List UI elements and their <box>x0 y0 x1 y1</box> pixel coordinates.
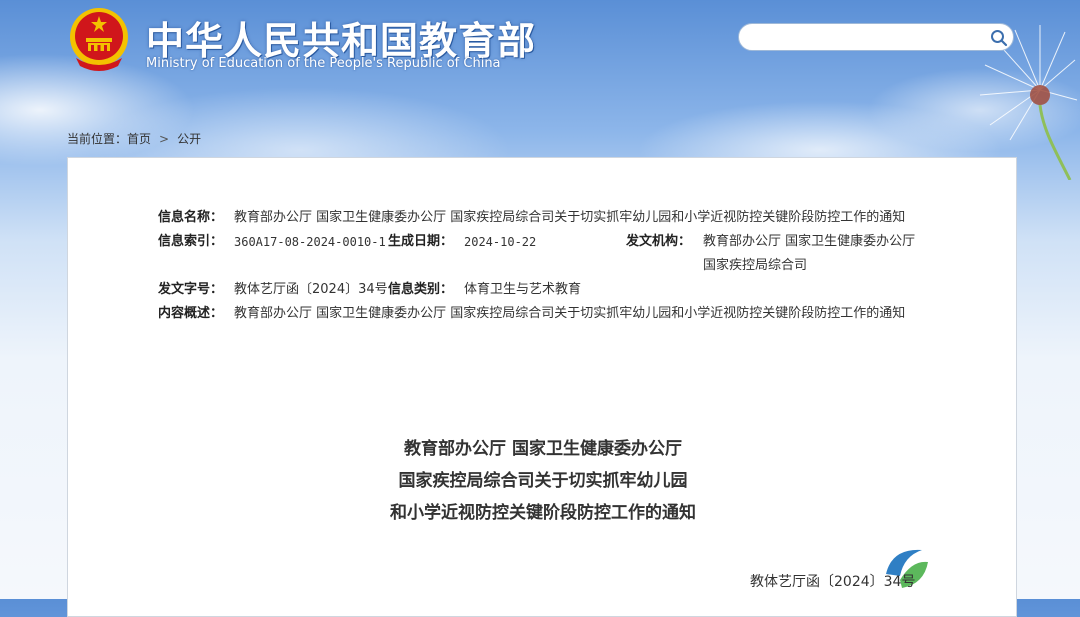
info-docno-row: 发文字号： 教体艺厅函〔2024〕34号 信息类别： 体育卫生与艺术教育 <box>158 278 928 302</box>
info-docno-value: 教体艺厅函〔2024〕34号 <box>234 282 388 297</box>
info-docno-label: 发文字号： <box>158 282 224 297</box>
breadcrumb: 当前位置：首页 > 公开 <box>67 130 201 147</box>
site-name-english[interactable]: Ministry of Education of the People's Re… <box>146 56 501 71</box>
search-icon[interactable] <box>989 28 1009 48</box>
search-box <box>738 23 1014 51</box>
breadcrumb-separator: > <box>159 132 170 146</box>
national-emblem-icon <box>70 8 128 71</box>
document-title-line-1: 教育部办公厅 国家卫生健康委办公厅 <box>404 439 682 459</box>
info-date-label: 生成日期： <box>388 234 454 249</box>
info-name-label: 信息名称： <box>158 210 224 225</box>
info-index-value: 360A17-08-2024-0010-1 <box>234 235 386 249</box>
info-index-label: 信息索引： <box>158 234 224 249</box>
info-name-value: 教育部办公厅 国家卫生健康委办公厅 国家疾控局综合司关于切实抓牢幼儿园和小学近视… <box>234 210 906 225</box>
info-index-row: 信息索引： 360A17-08-2024-0010-1 生成日期： 2024-1… <box>158 230 928 278</box>
info-name-row: 信息名称： 教育部办公厅 国家卫生健康委办公厅 国家疾控局综合司关于切实抓牢幼儿… <box>158 206 928 230</box>
info-category-value: 体育卫生与艺术教育 <box>464 282 582 297</box>
info-metadata: 信息名称： 教育部办公厅 国家卫生健康委办公厅 国家疾控局综合司关于切实抓牢幼儿… <box>158 206 928 326</box>
info-summary-value: 教育部办公厅 国家卫生健康委办公厅 国家疾控局综合司关于切实抓牢幼儿园和小学近视… <box>234 306 906 321</box>
info-issuer-label: 发文机构： <box>626 234 692 249</box>
breadcrumb-home-link[interactable]: 首页 <box>127 132 151 146</box>
breadcrumb-public-link[interactable]: 公开 <box>177 132 201 146</box>
info-category-label: 信息类别： <box>388 282 454 297</box>
document-title-line-3: 和小学近视防控关键阶段防控工作的通知 <box>390 503 696 523</box>
breadcrumb-prefix: 当前位置： <box>67 132 128 146</box>
document-title: 教育部办公厅 国家卫生健康委办公厅 国家疾控局综合司关于切实抓牢幼儿园 和小学近… <box>68 433 1018 529</box>
info-issuer-line2: 国家疾控局综合司 <box>703 258 808 273</box>
content-panel: 信息名称： 教育部办公厅 国家卫生健康委办公厅 国家疾控局综合司关于切实抓牢幼儿… <box>67 157 1017 617</box>
info-summary-row: 内容概述： 教育部办公厅 国家卫生健康委办公厅 国家疾控局综合司关于切实抓牢幼儿… <box>158 302 928 326</box>
info-issuer-line1: 教育部办公厅 国家卫生健康委办公厅 <box>703 234 916 249</box>
document-title-line-2: 国家疾控局综合司关于切实抓牢幼儿园 <box>398 471 688 491</box>
document-number: 教体艺厅函〔2024〕34号 <box>750 574 916 590</box>
info-date-value: 2024-10-22 <box>464 235 537 249</box>
info-summary-label: 内容概述： <box>158 306 224 321</box>
search-input[interactable] <box>751 28 983 48</box>
